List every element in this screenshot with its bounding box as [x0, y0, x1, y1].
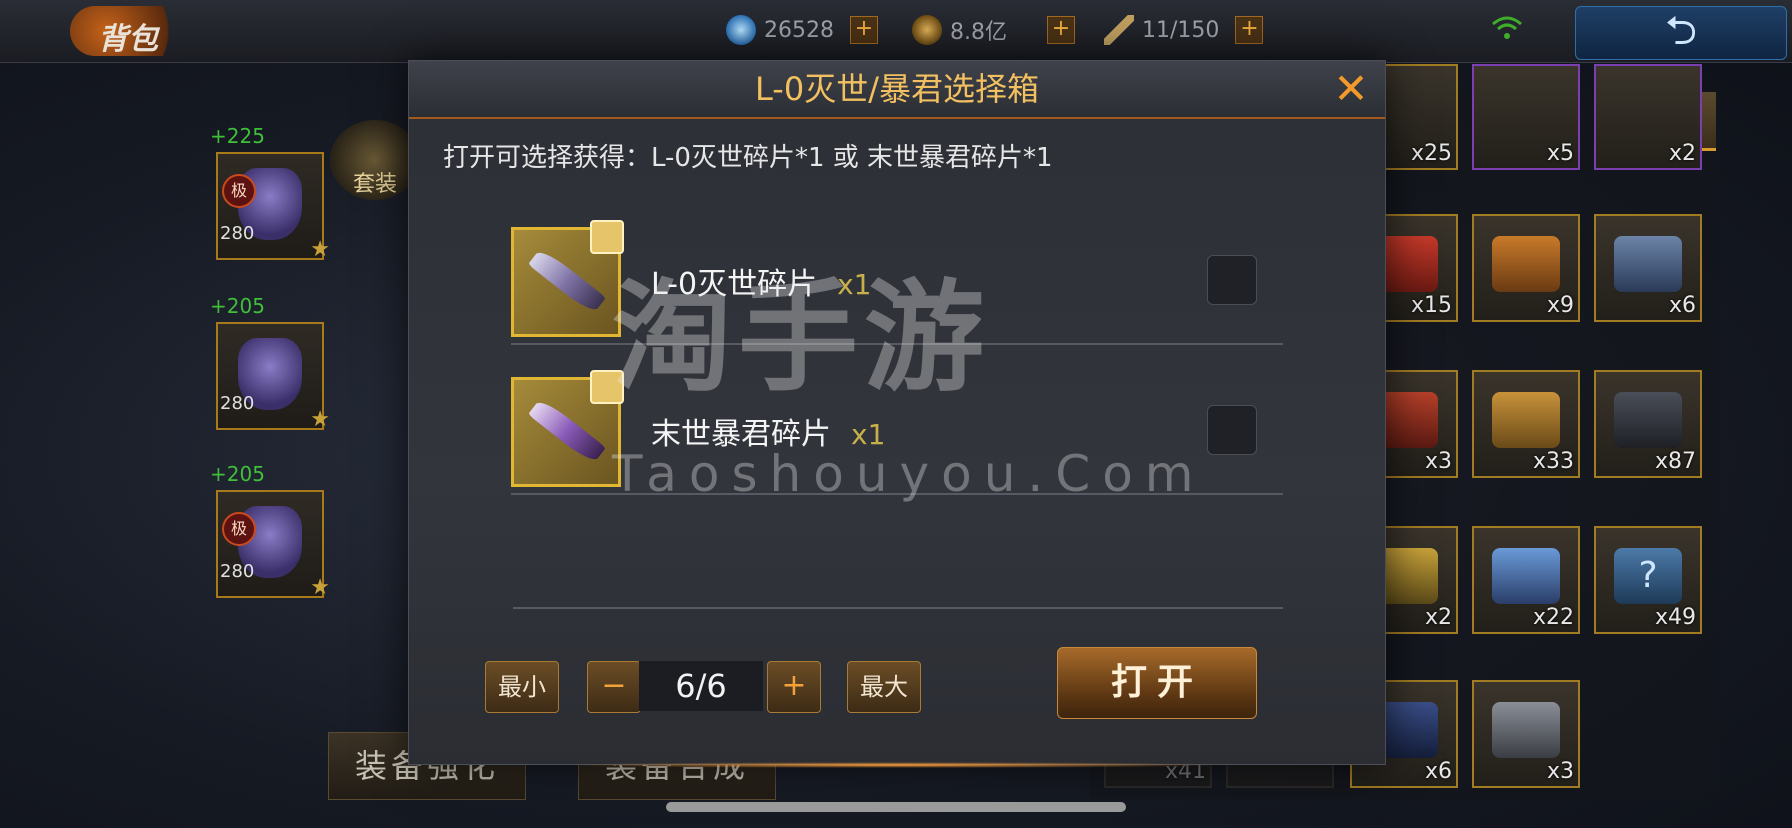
equipment-level: 280	[220, 393, 255, 414]
energy-resource: 11/150 +	[1104, 12, 1264, 48]
blade-graphic	[527, 247, 607, 315]
coin-icon	[912, 15, 942, 45]
tyrant-fragment-icon	[511, 370, 624, 487]
item-count: x2	[1424, 605, 1452, 630]
watermark-main: 淘手游	[612, 269, 990, 408]
weapon-case-icon	[1492, 702, 1560, 758]
lightning-icon	[1104, 15, 1134, 45]
item-count: x3	[1546, 759, 1574, 784]
home-indicator[interactable]	[666, 802, 1126, 812]
add-coin-button[interactable]: +	[1047, 16, 1075, 44]
inventory-item[interactable]: x33	[1472, 370, 1580, 478]
option-checkbox[interactable]	[1207, 405, 1257, 455]
extreme-badge: 极	[222, 174, 256, 208]
equipment-level: 280	[220, 223, 255, 244]
item-count: x33	[1532, 449, 1574, 474]
gift-box-icon	[1614, 236, 1682, 292]
back-arrow-icon: ⮌	[1664, 8, 1698, 54]
suit-label: 套装	[352, 172, 397, 197]
page-title: 背包	[98, 22, 158, 57]
equipment-slot-3[interactable]: +205 极 280 ★	[210, 462, 330, 600]
diamond-resource: 26528 +	[726, 12, 878, 48]
extreme-badge: 极	[222, 512, 256, 546]
item-count: x15	[1410, 293, 1452, 318]
inventory-item[interactable]: ? x49	[1594, 526, 1702, 634]
wifi-icon	[1490, 14, 1524, 44]
inventory-item[interactable]: x5	[1472, 64, 1580, 170]
item-count: x87	[1654, 449, 1696, 474]
inventory-item[interactable]: x9	[1472, 214, 1580, 322]
equipment-bonus: +205	[210, 294, 265, 318]
mystery-box-icon: ?	[1614, 548, 1682, 604]
l0-fragment-icon	[511, 220, 624, 337]
equipment-bonus: +205	[210, 462, 265, 486]
item-count: x6	[1668, 293, 1696, 318]
open-button[interactable]: 打开	[1057, 647, 1257, 719]
back-button[interactable]: ⮌	[1575, 6, 1787, 60]
add-energy-button[interactable]: +	[1235, 16, 1264, 44]
equipment-slot-1[interactable]: +225 极 280 ★	[210, 124, 330, 262]
item-count: x6	[1424, 759, 1452, 784]
dialog-glow	[569, 762, 1225, 768]
coin-resource: 8.8亿 +	[912, 12, 1075, 48]
min-button[interactable]: 最小	[485, 661, 559, 713]
energy-value: 11/150	[1142, 17, 1220, 43]
watermark-sub: Taoshouyou.Com	[612, 445, 1206, 503]
blade-graphic	[527, 397, 607, 465]
diamond-icon	[726, 15, 756, 45]
inventory-item[interactable]: x22	[1472, 526, 1580, 634]
dialog-description: 打开可选择获得：L-0灭世碎片*1 或 末世暴君碎片*1	[443, 143, 1053, 173]
weapon-case-icon	[1492, 392, 1560, 448]
option-checkbox[interactable]	[1207, 255, 1257, 305]
item-count: x22	[1532, 605, 1574, 630]
inventory-item[interactable]: x6	[1594, 214, 1702, 322]
gift-box-icon	[1492, 236, 1560, 292]
item-count: x5	[1546, 141, 1574, 166]
equipment-bonus: +225	[210, 124, 265, 148]
dialog-header: L-0灭世/暴君选择箱 ✕	[409, 61, 1385, 119]
top-bar: 背包 26528 + 8.8亿 + 11/150 + ⮌	[0, 0, 1792, 63]
equipment-slot-2[interactable]: +205 280 ★	[210, 294, 330, 432]
divider	[513, 607, 1283, 609]
diamond-value: 26528	[764, 17, 834, 43]
close-icon[interactable]: ✕	[1331, 67, 1371, 111]
quantity-display: 6/6	[639, 661, 763, 711]
suit-badge[interactable]: 套装	[330, 120, 420, 200]
equipment-level: 280	[220, 561, 255, 582]
star-icon: ★	[310, 237, 330, 262]
star-icon: ★	[310, 575, 330, 600]
increase-button[interactable]: +	[767, 661, 821, 713]
dialog-title: L-0灭世/暴君选择箱	[755, 70, 1039, 108]
decrease-button[interactable]: −	[587, 661, 641, 713]
item-count: x25	[1410, 141, 1452, 166]
item-count: x2	[1668, 141, 1696, 166]
item-count: x9	[1546, 293, 1574, 318]
weapon-case-icon	[1614, 392, 1682, 448]
coin-value: 8.8亿	[950, 20, 1007, 45]
item-count: x49	[1654, 605, 1696, 630]
inventory-item[interactable]: x3	[1472, 680, 1580, 788]
add-diamond-button[interactable]: +	[850, 16, 878, 44]
inventory-item[interactable]: x2	[1594, 64, 1702, 170]
star-icon: ★	[310, 407, 330, 432]
backpack-title-badge: 背包	[70, 6, 190, 57]
item-count: x3	[1424, 449, 1452, 474]
max-button[interactable]: 最大	[847, 661, 921, 713]
inventory-item[interactable]: x87	[1594, 370, 1702, 478]
gem-chest-icon	[1492, 548, 1560, 604]
